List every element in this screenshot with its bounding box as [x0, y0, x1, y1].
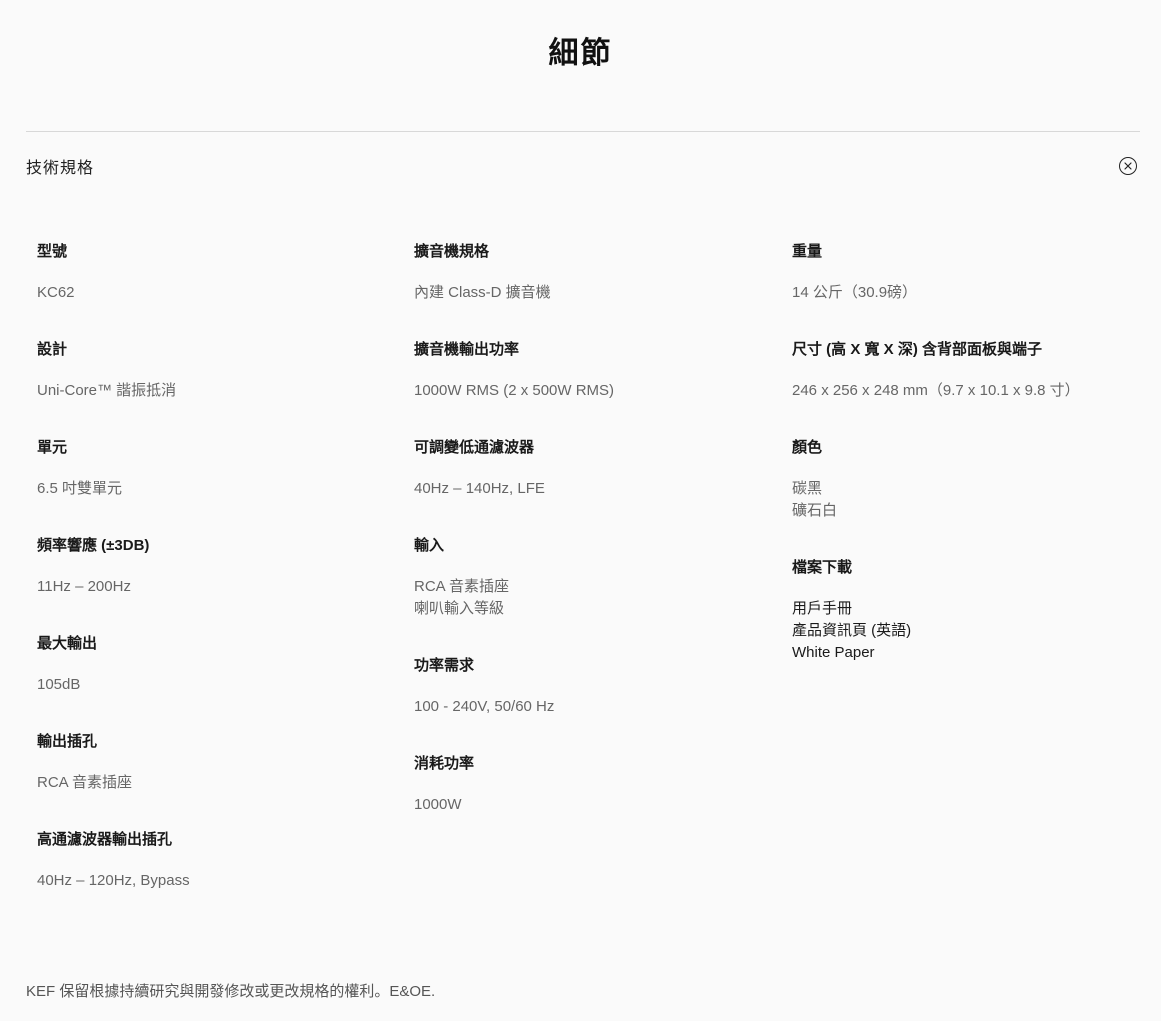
- spec-value: 碳黑: [792, 480, 823, 497]
- spec-values: 11Hz – 200Hz: [37, 576, 397, 598]
- spec-column-2: 擴音機規格內建 Class-D 擴音機 擴音機輸出功率 1000W RMS (2 x…: [414, 240, 774, 850]
- spec-values: 用戶手冊 產品資訊頁 (英語) White Paper: [792, 598, 1152, 664]
- spec-item: 檔案下載用戶手冊 產品資訊頁 (英語) White Paper: [792, 556, 1152, 664]
- close-icon[interactable]: [1119, 157, 1137, 175]
- spec-item: 功率需求 100 - 240V, 50/60 Hz: [414, 654, 774, 718]
- spec-value: RCA 音素插座: [414, 578, 510, 595]
- spec-label: 頻率響應 (±3DB): [37, 537, 150, 554]
- spec-label: 輸出插孔: [37, 733, 98, 750]
- spec-label: 高通濾波器輸出插孔: [37, 831, 173, 848]
- spec-item: 高通濾波器輸出插孔 40Hz – 120Hz, Bypass: [37, 828, 397, 892]
- spec-values: RCA 音素插座: [37, 772, 397, 794]
- spec-value: 11Hz – 200Hz: [37, 578, 131, 595]
- spec-values: 40Hz – 120Hz, Bypass: [37, 870, 397, 892]
- spec-values: 14 公斤（30.9磅）: [792, 282, 1152, 304]
- spec-values: 105dB: [37, 674, 397, 696]
- spec-values: 1000W: [414, 794, 774, 816]
- spec-label: 型號: [37, 243, 68, 260]
- spec-item: 設計 Uni-Core™ 諧振抵消: [37, 338, 397, 402]
- spec-item: 頻率響應 (±3DB) 11Hz – 200Hz: [37, 534, 397, 598]
- spec-value: 14 公斤（30.9磅）: [792, 284, 918, 301]
- spec-label: 尺寸 (高 X 寬 X 深) 含背部面板與端子: [792, 341, 1043, 358]
- spec-label: 單元: [37, 439, 68, 456]
- spec-label: 輸入: [414, 537, 445, 554]
- spec-value: 內建 Class-D 擴音機: [414, 284, 551, 301]
- spec-values: KC62: [37, 282, 397, 304]
- spec-values: 100 - 240V, 50/60 Hz: [414, 696, 774, 718]
- spec-value: 6.5 吋雙單元: [37, 480, 123, 497]
- spec-item: 擴音機規格內建 Class-D 擴音機: [414, 240, 774, 304]
- spec-values: Uni-Core™ 諧振抵消: [37, 380, 397, 402]
- disclaimer: KEF 保留根據持續研究與開發修改或更改規格的權利。E&OE.: [26, 983, 436, 1000]
- spec-value: 喇叭輸入等級: [414, 600, 505, 617]
- spec-item: 顏色 碳黑 礦石白: [792, 436, 1152, 522]
- spec-values: 40Hz – 140Hz, LFE: [414, 478, 774, 500]
- spec-value: 246 x 256 x 248 mm（9.7 x 10.1 x 9.8 寸）: [792, 382, 1080, 399]
- spec-item: 重量 14 公斤（30.9磅）: [792, 240, 1152, 304]
- tech-specs-accordion-header[interactable]: 技術規格: [26, 146, 1140, 186]
- spec-label: 設計: [37, 341, 68, 358]
- spec-label: 重量: [792, 243, 823, 260]
- spec-label: 擴音機輸出功率: [414, 341, 520, 358]
- spec-item: 尺寸 (高 X 寬 X 深) 含背部面板與端子 246 x 256 x 248 m…: [792, 338, 1152, 402]
- spec-values: RCA 音素插座 喇叭輸入等級: [414, 576, 774, 620]
- spec-value: 1000W: [414, 796, 462, 813]
- spec-value: RCA 音素插座: [37, 774, 133, 791]
- page-title: 細節: [548, 37, 613, 70]
- spec-column-3: 重量 14 公斤（30.9磅） 尺寸 (高 X 寬 X 深) 含背部面板與端子 246…: [792, 240, 1152, 698]
- spec-label: 擴音機規格: [414, 243, 490, 260]
- spec-value: 100 - 240V, 50/60 Hz: [414, 698, 555, 715]
- spec-label: 顏色: [792, 439, 823, 456]
- spec-value: 40Hz – 120Hz, Bypass: [37, 872, 190, 889]
- spec-value: 105dB: [37, 676, 81, 693]
- spec-item: 可調變低通濾波器 40Hz – 140Hz, LFE: [414, 436, 774, 500]
- spec-value: 礦石白: [792, 502, 838, 519]
- spec-value: 40Hz – 140Hz, LFE: [414, 480, 545, 497]
- spec-label: 消耗功率: [414, 755, 475, 772]
- section-divider: [26, 131, 1140, 132]
- spec-value: 1000W RMS (2 x 500W RMS): [414, 382, 615, 399]
- spec-item: 擴音機輸出功率 1000W RMS (2 x 500W RMS): [414, 338, 774, 402]
- spec-label: 功率需求: [414, 657, 475, 674]
- spec-label: 可調變低通濾波器: [414, 439, 535, 456]
- spec-item: 單元 6.5 吋雙單元: [37, 436, 397, 500]
- spec-values: 內建 Class-D 擴音機: [414, 282, 774, 304]
- download-link[interactable]: 產品資訊頁 (英語): [792, 620, 1152, 642]
- spec-item: 型號 KC62: [37, 240, 397, 304]
- spec-label: 檔案下載: [792, 559, 853, 576]
- spec-values: 246 x 256 x 248 mm（9.7 x 10.1 x 9.8 寸）: [792, 380, 1152, 402]
- spec-column-1: 型號 KC62 設計 Uni-Core™ 諧振抵消 單元 6.5 吋雙單元頻率響應 (±3…: [37, 240, 397, 926]
- download-link[interactable]: White Paper: [792, 642, 1152, 664]
- spec-values: 碳黑 礦石白: [792, 478, 1152, 522]
- spec-values: 6.5 吋雙單元: [37, 478, 397, 500]
- section-title: 技術規格: [26, 160, 95, 177]
- spec-item: 輸出插孔 RCA 音素插座: [37, 730, 397, 794]
- spec-item: 輸入 RCA 音素插座 喇叭輸入等級: [414, 534, 774, 620]
- spec-values: 1000W RMS (2 x 500W RMS): [414, 380, 774, 402]
- spec-item: 消耗功率 1000W: [414, 752, 774, 816]
- spec-label: 最大輸出: [37, 635, 98, 652]
- spec-item: 最大輸出 105dB: [37, 632, 397, 696]
- spec-value: KC62: [37, 284, 75, 301]
- spec-value: Uni-Core™ 諧振抵消: [37, 382, 177, 399]
- download-link[interactable]: 用戶手冊: [792, 598, 1152, 620]
